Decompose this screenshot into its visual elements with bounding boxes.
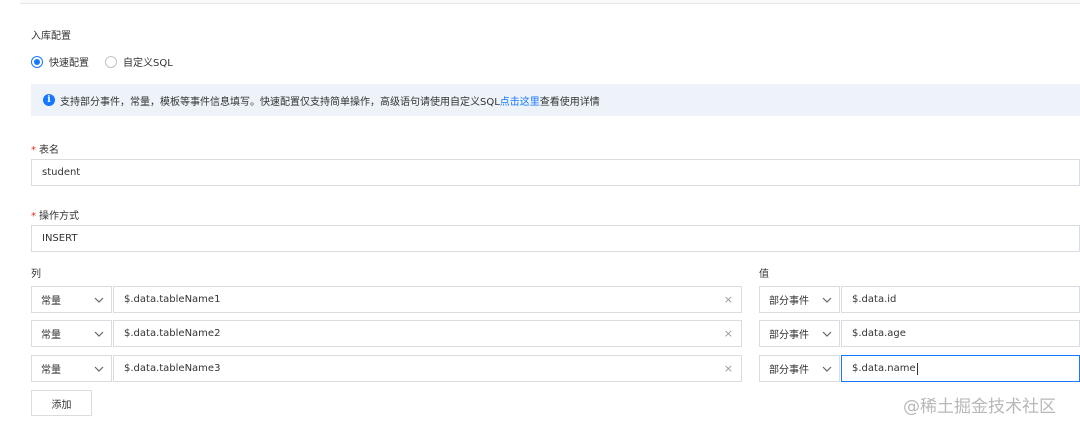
radio-label: 自定义SQL <box>123 58 173 69</box>
required-asterisk: * <box>31 145 36 156</box>
column-value-input[interactable]: $.data.tableName2 × <box>113 320 742 347</box>
operation-input[interactable]: INSERT <box>31 225 1080 252</box>
input-value: $.data.tableName1 <box>124 294 221 305</box>
section-title: 入库配置 <box>31 31 71 42</box>
radio-custom-sql[interactable]: 自定义SQL <box>105 54 173 69</box>
clear-icon[interactable]: × <box>724 327 733 340</box>
chevron-down-icon <box>94 331 104 337</box>
chevron-down-icon <box>94 297 104 303</box>
value-type-select[interactable]: 部分事件 <box>759 286 840 313</box>
select-value: 部分事件 <box>769 296 809 307</box>
column-value-input[interactable]: $.data.tableName3 × <box>113 355 742 382</box>
value-input[interactable]: $.data.id <box>841 286 1080 313</box>
value-header: 值 <box>759 269 769 280</box>
info-alert: i 支持部分事件，常量，模板等事件信息填写。快速配置仅支持简单操作，高级语句请使… <box>31 84 1080 116</box>
select-value: 部分事件 <box>769 330 809 341</box>
radio-quick-config[interactable]: 快速配置 <box>31 54 89 69</box>
input-value: $.data.age <box>852 328 906 339</box>
input-value: $.data.tableName3 <box>124 363 221 374</box>
radio-unchecked-icon <box>105 55 117 68</box>
clear-icon[interactable]: × <box>724 362 733 375</box>
chevron-down-icon <box>822 366 832 372</box>
input-value: $.data.name <box>852 363 916 374</box>
clear-icon[interactable]: × <box>724 293 733 306</box>
column-type-select[interactable]: 常量 <box>31 286 112 313</box>
column-value-input[interactable]: $.data.tableName1 × <box>113 286 742 313</box>
alert-link[interactable]: 点击这里 <box>500 93 540 108</box>
chevron-down-icon <box>822 297 832 303</box>
operation-label: * 操作方式 <box>31 207 79 222</box>
alert-suffix: 查看使用详情 <box>539 96 600 108</box>
table-name-label: * 表名 <box>31 141 59 156</box>
radio-checked-icon <box>31 55 43 68</box>
operation-value: INSERT <box>42 233 78 244</box>
text-caret <box>916 362 918 375</box>
select-value: 常量 <box>41 296 61 307</box>
add-button[interactable]: 添加 <box>31 390 92 416</box>
input-value: $.data.id <box>852 294 897 305</box>
select-value: 常量 <box>41 365 61 376</box>
chevron-down-icon <box>822 331 832 337</box>
required-asterisk: * <box>31 211 36 222</box>
input-value: $.data.tableName2 <box>124 328 221 339</box>
info-icon: i <box>43 94 55 106</box>
alert-text: 支持部分事件，常量，模板等事件信息填写。快速配置仅支持简单操作，高级语句请使用自… <box>60 96 500 108</box>
table-name-input[interactable]: student <box>31 159 1080 186</box>
table-name-value: student <box>42 167 81 178</box>
radio-label: 快速配置 <box>49 58 89 69</box>
value-type-select[interactable]: 部分事件 <box>759 320 840 347</box>
column-header: 列 <box>31 269 41 280</box>
select-value: 部分事件 <box>769 365 809 376</box>
value-input-focused[interactable]: $.data.name <box>841 355 1080 382</box>
column-type-select[interactable]: 常量 <box>31 355 112 382</box>
value-type-select[interactable]: 部分事件 <box>759 355 840 382</box>
watermark: @稀土掘金技术社区 <box>903 397 1056 417</box>
select-value: 常量 <box>41 330 61 341</box>
operation-label-text: 操作方式 <box>39 211 79 222</box>
column-type-select[interactable]: 常量 <box>31 320 112 347</box>
mode-radio-group: 快速配置 自定义SQL <box>31 54 189 69</box>
table-name-label-text: 表名 <box>39 145 59 156</box>
top-divider <box>20 0 1080 4</box>
value-input[interactable]: $.data.age <box>841 320 1080 347</box>
chevron-down-icon <box>94 366 104 372</box>
